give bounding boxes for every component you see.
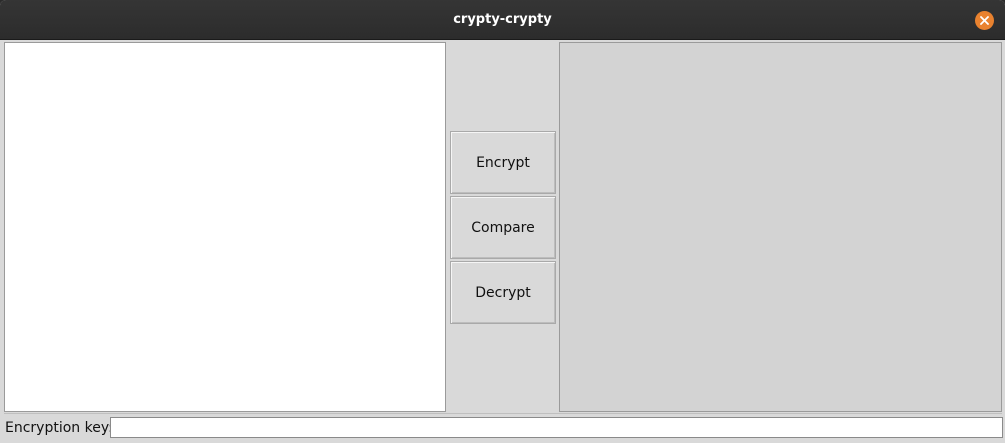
window-title: crypty-crypty bbox=[453, 12, 552, 27]
divider bbox=[4, 413, 1002, 414]
main-area: Encrypt Compare Decrypt Encryption key: bbox=[0, 40, 1005, 443]
decrypt-button[interactable]: Decrypt bbox=[450, 261, 556, 324]
close-button[interactable] bbox=[975, 11, 994, 30]
encrypt-button[interactable]: Encrypt bbox=[450, 131, 556, 194]
title-bar[interactable]: crypty-crypty bbox=[0, 0, 1005, 40]
ciphertext-area[interactable] bbox=[559, 42, 1002, 412]
encryption-key-input[interactable] bbox=[110, 417, 1003, 438]
encryption-key-label: Encryption key: bbox=[5, 420, 113, 436]
plaintext-area[interactable] bbox=[4, 42, 446, 412]
compare-button[interactable]: Compare bbox=[450, 196, 556, 259]
close-icon bbox=[980, 16, 989, 25]
app-window: crypty-crypty Encrypt Compare Decrypt En… bbox=[0, 0, 1005, 443]
